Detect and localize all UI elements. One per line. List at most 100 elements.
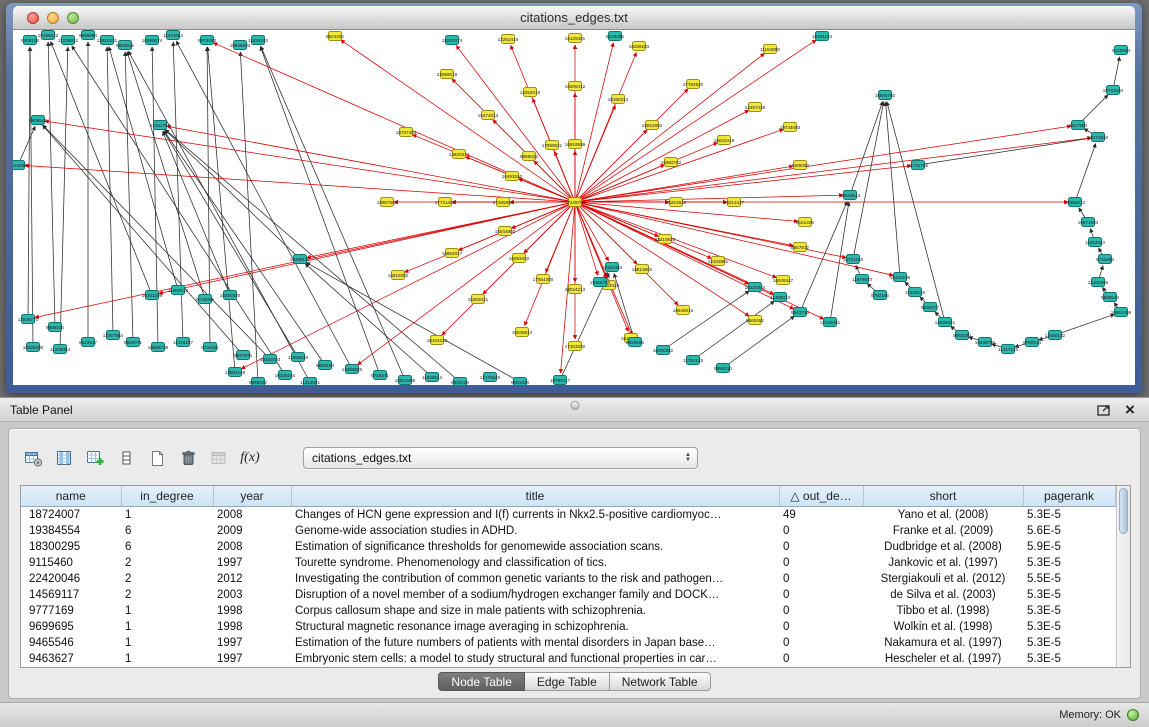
graph-node[interactable]: 10196522 [38, 31, 59, 40]
graph-node[interactable]: 11312801 [300, 378, 321, 386]
column-header-out_degree[interactable]: △ out_de… [779, 486, 863, 506]
graph-node[interactable]: 9151408 [796, 218, 814, 227]
scrollbar-thumb[interactable] [1119, 488, 1129, 534]
graph-node[interactable]: 9862916 [116, 41, 134, 50]
graph-node[interactable]: 12628341 [935, 318, 956, 327]
network-canvas[interactable]: 1724975416919599179995219886022104932401… [13, 30, 1135, 385]
graph-node[interactable]: 9806234 [46, 323, 64, 332]
create-table-button[interactable] [145, 446, 169, 470]
graph-node[interactable]: 17303202 [565, 342, 586, 351]
table-scrollbar[interactable] [1116, 486, 1131, 667]
graph-node[interactable]: 11316157 [173, 338, 194, 347]
graph-node[interactable]: 9689994 [79, 31, 97, 40]
graph-node[interactable]: 8957812 [791, 243, 809, 252]
table-row[interactable]: 1938455462009Genome-wide association stu… [21, 523, 1115, 539]
graph-node[interactable]: 10663409 [1111, 308, 1132, 317]
graph-node[interactable]: 12175840 [480, 373, 501, 382]
table-row[interactable]: 2242004622012Investigating the contribut… [21, 571, 1115, 587]
graph-node[interactable]: 19061902 [642, 121, 663, 130]
graph-node[interactable]: 9734811 [201, 343, 219, 352]
graph-node[interactable]: 15958212 [1065, 198, 1086, 207]
graph-node[interactable]: 18274532 [1088, 133, 1109, 142]
graph-node[interactable]: 11248063 [50, 345, 71, 354]
graph-node[interactable]: 9538377 [921, 303, 939, 312]
graph-node[interactable]: 11471062 [163, 31, 184, 40]
graph-node[interactable]: 12450132 [1045, 331, 1066, 340]
graph-node[interactable]: 9546299 [13, 161, 27, 170]
table-row[interactable]: 946554611997Estimation of the future num… [21, 635, 1115, 651]
graph-node[interactable]: 9902129 [451, 378, 469, 386]
graph-node[interactable]: 11692518 [288, 353, 309, 362]
table-row[interactable]: 911546021997Tourette syndrome. Phenomeno… [21, 555, 1115, 571]
graph-node[interactable]: 15474013 [478, 111, 499, 120]
graph-node[interactable]: 8125295 [606, 32, 624, 41]
graph-node[interactable]: 16619202 [388, 271, 409, 280]
graph-node[interactable]: 16045814 [512, 328, 533, 337]
tab-node-table[interactable]: Node Table [438, 672, 525, 691]
network-svg[interactable]: 1724975416919599179995219886022104932401… [13, 30, 1135, 385]
graph-node[interactable]: 11154908 [760, 45, 780, 54]
graph-node[interactable]: 9715098 [196, 295, 214, 304]
graph-node[interactable]: 9988022 [249, 378, 267, 386]
graph-node[interactable]: 16093402 [509, 254, 530, 263]
graph-node[interactable]: 22024213 [565, 285, 586, 294]
graph-node[interactable]: 12100486 [1088, 278, 1109, 287]
table-row[interactable]: 1830029562008Estimation of significance … [21, 539, 1115, 555]
graph-node[interactable]: 19153454 [602, 263, 623, 272]
graph-node[interactable]: 17554300 [533, 275, 554, 284]
graph-node[interactable]: 16813602 [632, 265, 653, 274]
graph-node[interactable]: 12252419 [498, 35, 519, 44]
graph-node[interactable]: 12367954 [103, 331, 124, 340]
graph-node[interactable]: 9642716 [791, 308, 809, 317]
column-header-in_degree[interactable]: in_degree [121, 486, 213, 506]
graph-node[interactable]: 9560452 [746, 316, 764, 325]
window-titlebar[interactable]: citations_edges.txt [13, 6, 1135, 30]
graph-node[interactable]: 10391209 [142, 291, 163, 300]
graph-node[interactable]: 10402195 [890, 273, 911, 282]
graph-node[interactable]: 18644792 [875, 91, 896, 100]
graph-node[interactable]: 7485083 [791, 161, 809, 170]
graph-node[interactable]: 9590544 [1101, 293, 1119, 302]
graph-node[interactable]: 12493820 [342, 365, 363, 374]
graph-node[interactable]: 9125904 [1112, 46, 1130, 55]
column-header-pagerank[interactable]: pagerank [1023, 486, 1115, 506]
graph-node[interactable]: 12506770 [18, 315, 39, 324]
graph-node[interactable]: 10590074 [142, 36, 163, 45]
graph-node[interactable]: 18643913 [840, 191, 861, 200]
network-table-select[interactable]: citations_edges.txt ▲▼ [303, 447, 698, 469]
graph-node[interactable]: 16646018 [673, 306, 694, 315]
graph-node[interactable]: 8824302 [326, 32, 344, 41]
graph-node[interactable]: 10741634 [1103, 86, 1124, 95]
graph-node[interactable]: 10430203 [260, 355, 281, 364]
graph-node[interactable]: 11602612 [168, 286, 189, 295]
graph-node[interactable]: 11405910 [770, 293, 791, 302]
graph-node[interactable]: 10871083 [1078, 218, 1099, 227]
graph-node[interactable]: 9227950 [1069, 121, 1087, 130]
graph-node[interactable]: 10731240 [843, 255, 864, 264]
delete-table-button[interactable] [176, 446, 200, 470]
graph-node[interactable]: 10709117 [550, 376, 571, 385]
graph-node[interactable]: 15302021 [468, 295, 489, 304]
graph-node[interactable]: 10246755 [975, 338, 996, 347]
graph-node[interactable]: 9806549 [29, 116, 47, 125]
graph-node[interactable]: 18180312 [608, 95, 629, 104]
graph-node[interactable]: 11936218 [905, 288, 926, 297]
graph-node[interactable]: 9750914 [1023, 338, 1041, 347]
graph-node[interactable]: 16261622 [666, 198, 687, 207]
graph-node[interactable]: 11731795 [908, 161, 929, 170]
graph-node[interactable]: 16854017 [442, 249, 463, 258]
graph-node[interactable]: 22068018 [437, 70, 458, 79]
table-row[interactable]: 946362711997Embryonic stem cells: a mode… [21, 651, 1115, 667]
float-panel-button[interactable] [1094, 401, 1112, 419]
graph-node[interactable]: 16012427 [724, 198, 745, 207]
column-header-year[interactable]: year [213, 486, 291, 506]
graph-node[interactable]: 9622517 [79, 338, 97, 347]
graph-node[interactable]: 10480302 [653, 346, 674, 355]
graph-node[interactable]: 17485803 [493, 198, 514, 207]
graph-node[interactable]: 9582071 [124, 338, 142, 347]
column-header-title[interactable]: title [291, 486, 779, 506]
graph-node[interactable]: 12294018 [520, 88, 541, 97]
graph-node[interactable]: 16967503 [377, 198, 398, 207]
table-row[interactable]: 969969511998Structural magnetic resonanc… [21, 619, 1115, 635]
graph-node[interactable]: 10588738 [148, 343, 169, 352]
